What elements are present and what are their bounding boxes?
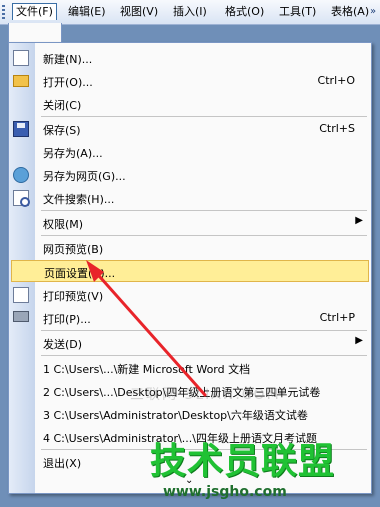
annotation-arrow	[86, 260, 207, 397]
arrow-line	[90, 266, 207, 397]
